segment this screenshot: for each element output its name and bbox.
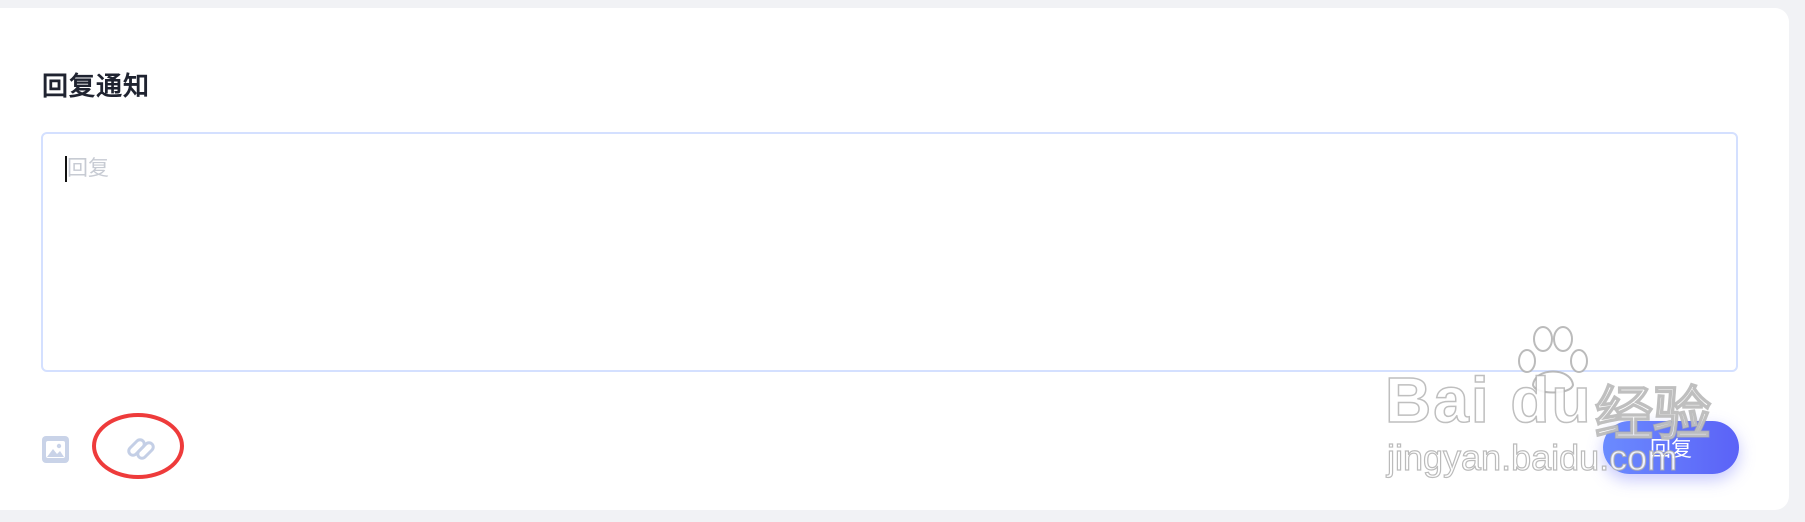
annotation-circle — [92, 413, 184, 479]
reply-editor[interactable] — [41, 132, 1738, 372]
reply-input[interactable] — [63, 152, 1717, 352]
image-icon[interactable] — [42, 436, 69, 463]
section-title: 回复通知 — [42, 72, 151, 102]
reply-submit-button[interactable]: 回复 — [1603, 421, 1739, 474]
reply-panel: 回复通知 回复 — [0, 8, 1789, 510]
